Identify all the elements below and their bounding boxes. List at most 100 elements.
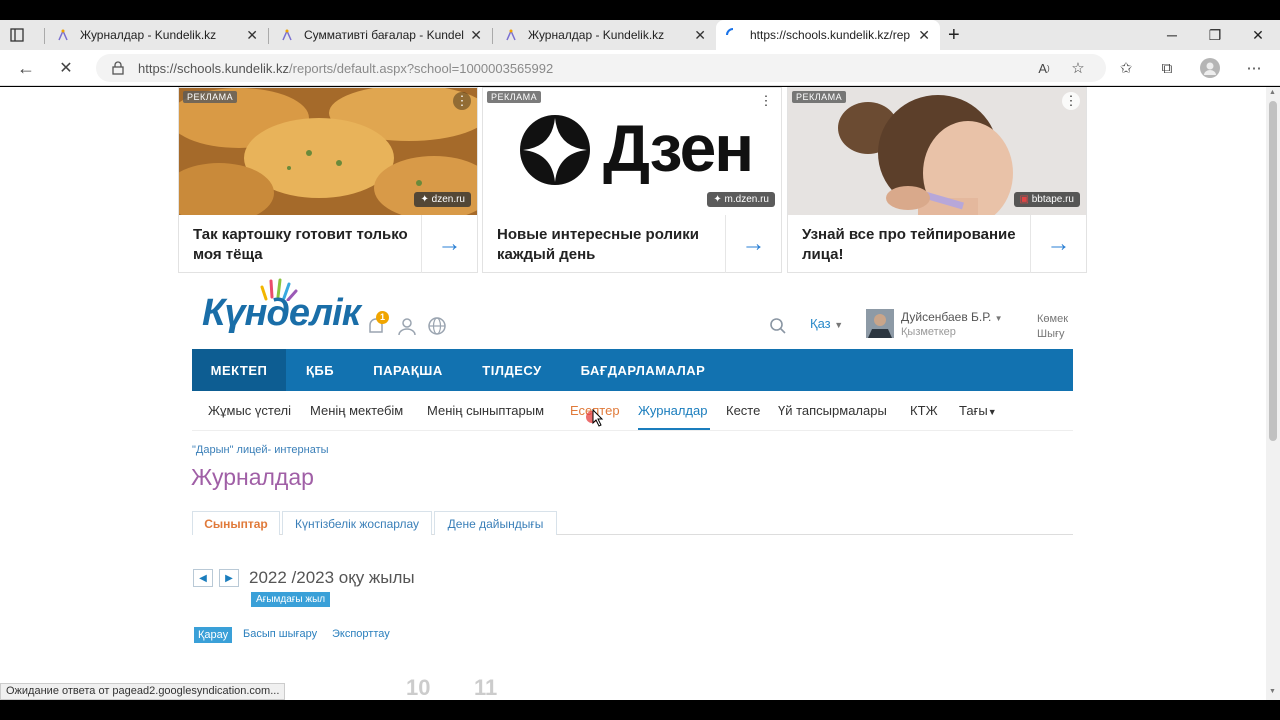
tab-journals-1[interactable]: Журналдар - Kundelik.kz ✕ [46,20,268,50]
mouse-pointer-icon [592,409,604,427]
top-letterbox [0,0,1280,20]
page-scrollbar[interactable]: ▲ ▼ [1266,87,1280,700]
minimize-icon[interactable]: ─ [1152,20,1192,50]
sub-nav-homework[interactable]: Үй тапсырмалары [778,403,887,418]
chevron-down-icon: ▼ [994,314,1003,323]
grade-10[interactable]: 10 [406,675,430,700]
search-icon[interactable] [767,315,789,337]
lock-icon[interactable] [108,58,128,78]
tab-calendar-planning[interactable]: Күнтізбелік жоспарлау [282,511,432,535]
close-tab-icon[interactable]: ✕ [918,27,930,44]
tab-actions-icon[interactable] [0,20,40,50]
more-menu-icon[interactable]: ⋯ [1244,58,1264,78]
main-nav-item-communication[interactable]: ТІЛДЕСУ [462,349,562,391]
sub-nav-journals[interactable]: Журналдар [638,403,707,418]
tab-classes[interactable]: Сыныптар [192,511,280,535]
ad-headline[interactable]: Узнай все про тейпирование лица! [802,225,1022,265]
ad-headline[interactable]: Новые интересные ролики каждый день [497,225,717,265]
user-icon[interactable] [396,315,418,337]
prev-year-button[interactable]: ◀ [193,569,213,587]
address-bar: ← ✕ https://schools.kundelik.kz/reports/… [0,50,1280,86]
sub-nav-more-label: Тағы [959,403,988,418]
main-nav-item-programs[interactable]: БАҒДАРЛАМАЛАР [562,349,724,391]
ad-label: РЕКЛАМА [487,91,542,103]
tab-title: Журналдар - Kundelik.kz [80,28,217,42]
tab-separator [44,28,45,44]
main-nav-item-kbb[interactable]: ҚББ [286,349,354,391]
help-link[interactable]: Көмек [1037,312,1068,327]
arrow-right-icon[interactable]: → [1030,215,1086,273]
ad-options-icon[interactable]: ⋮ [1062,92,1080,110]
grade-11[interactable]: 11 [474,675,497,700]
profile-icon[interactable] [1200,58,1220,78]
page-title: Журналдар [191,464,314,490]
globe-icon[interactable] [426,315,448,337]
sub-nav-desktop[interactable]: Жұмыс үстелі [208,403,291,418]
close-window-icon[interactable]: ✕ [1238,20,1278,50]
next-year-button[interactable]: ▶ [219,569,239,587]
bottom-letterbox [0,700,1280,720]
close-tab-icon[interactable]: ✕ [470,27,482,44]
new-tab-button[interactable]: + [946,20,970,50]
ad-headline[interactable]: Так картошку готовит только моя тёща [193,225,413,265]
collections-icon[interactable]: ⧉ [1157,58,1177,78]
caret-down-icon: ▼ [987,407,997,417]
back-icon[interactable]: ← [16,58,36,78]
user-name[interactable]: Дуйсенбаев Б.Р. ▼ [901,310,1003,324]
ad-source: ▣ bbtape.ru [1013,192,1080,207]
tab-separator [492,28,493,44]
add-favorite-icon[interactable]: ☆ [1068,58,1088,78]
sub-nav-ktzh[interactable]: КТЖ [910,403,938,418]
breadcrumb[interactable]: "Дарын" лицей- интернаты [192,444,329,456]
user-name-text: Дуйсенбаев Б.Р. [901,310,992,324]
url-field[interactable]: https://schools.kundelik.kz/reports/defa… [96,54,1106,82]
read-aloud-icon[interactable]: A) [1034,58,1054,78]
tab-physical-training[interactable]: Дене дайындығы [434,511,557,535]
academic-year: 2022 /2023 оқу жылы [249,568,415,587]
browser-window: Журналдар - Kundelik.kz ✕ Суммативті бағ… [0,0,1280,720]
avatar[interactable] [866,309,894,338]
export-link[interactable]: Экспорттау [332,628,390,640]
scroll-up-icon[interactable]: ▲ [1269,89,1276,96]
close-tab-icon[interactable]: ✕ [694,27,706,44]
tab-strip: Журналдар - Kundelik.kz ✕ Суммативті бағ… [0,20,1280,50]
ad-card-tape[interactable]: РЕКЛАМА ⋮ ▣ bbtape.ru Узнай все про тейп… [787,87,1087,273]
tab-journals-2[interactable]: Журналдар - Kundelik.kz ✕ [494,20,716,50]
scroll-thumb[interactable] [1269,101,1277,441]
ad-options-icon[interactable]: ⋮ [453,92,471,110]
url-path: /reports/default.aspx?school=10000035659… [289,60,554,76]
tab-summative[interactable]: Суммативті бағалар - Kundelik.kz ✕ [270,20,492,50]
favorites-icon[interactable]: ✩ [1116,58,1136,78]
ad-label: РЕКЛАМА [792,91,847,103]
sub-nav-my-classes[interactable]: Менің сыныптарым [427,403,544,418]
logout-link[interactable]: Шығу [1037,327,1068,342]
ad-card-potato[interactable]: РЕКЛАМА ⋮ ✦ dzen.ru Так картошку готовит… [178,87,478,273]
sub-nav-schedule[interactable]: Кесте [726,403,760,418]
kundelik-logo[interactable]: Күнделік [202,292,361,335]
ad-card-dzen[interactable]: Дзен РЕКЛАМА ⋮ ✦ m.dzen.ru Новые интерес… [482,87,782,273]
tab-reports-active[interactable]: https://schools.kundelik.kz/reports ✕ [716,20,940,50]
ad-source-text: dzen.ru [431,194,465,205]
sub-nav-more[interactable]: Тағы▼ [959,403,997,418]
stop-loading-icon[interactable]: ✕ [56,58,76,78]
ad-options-icon[interactable]: ⋮ [757,92,775,110]
main-nav: МЕКТЕП ҚББ ПАРАҚША ТІЛДЕСУ БАҒДАРЛАМАЛАР [192,349,1073,391]
dzen-brand: Дзен [603,111,754,185]
current-year-badge: Ағымдағы жыл [251,592,331,607]
close-tab-icon[interactable]: ✕ [246,27,258,44]
loading-spinner-icon [726,28,740,42]
ad-label: РЕКЛАМА [183,91,238,103]
tab-separator [268,28,269,44]
print-link[interactable]: Басып шығару [243,628,317,640]
active-underline [638,428,710,430]
restore-icon[interactable]: ❐ [1195,20,1235,50]
language-label: Қаз [810,316,831,331]
scroll-down-icon[interactable]: ▼ [1269,688,1276,695]
arrow-right-icon[interactable]: → [725,215,781,273]
view-button[interactable]: Қарау [194,627,233,643]
main-nav-item-school[interactable]: МЕКТЕП [192,349,286,391]
main-nav-item-page[interactable]: ПАРАҚША [354,349,462,391]
sub-nav-my-school[interactable]: Менің мектебім [310,403,403,418]
language-selector[interactable]: Қаз ▼ [810,316,843,331]
arrow-right-icon[interactable]: → [421,215,477,273]
